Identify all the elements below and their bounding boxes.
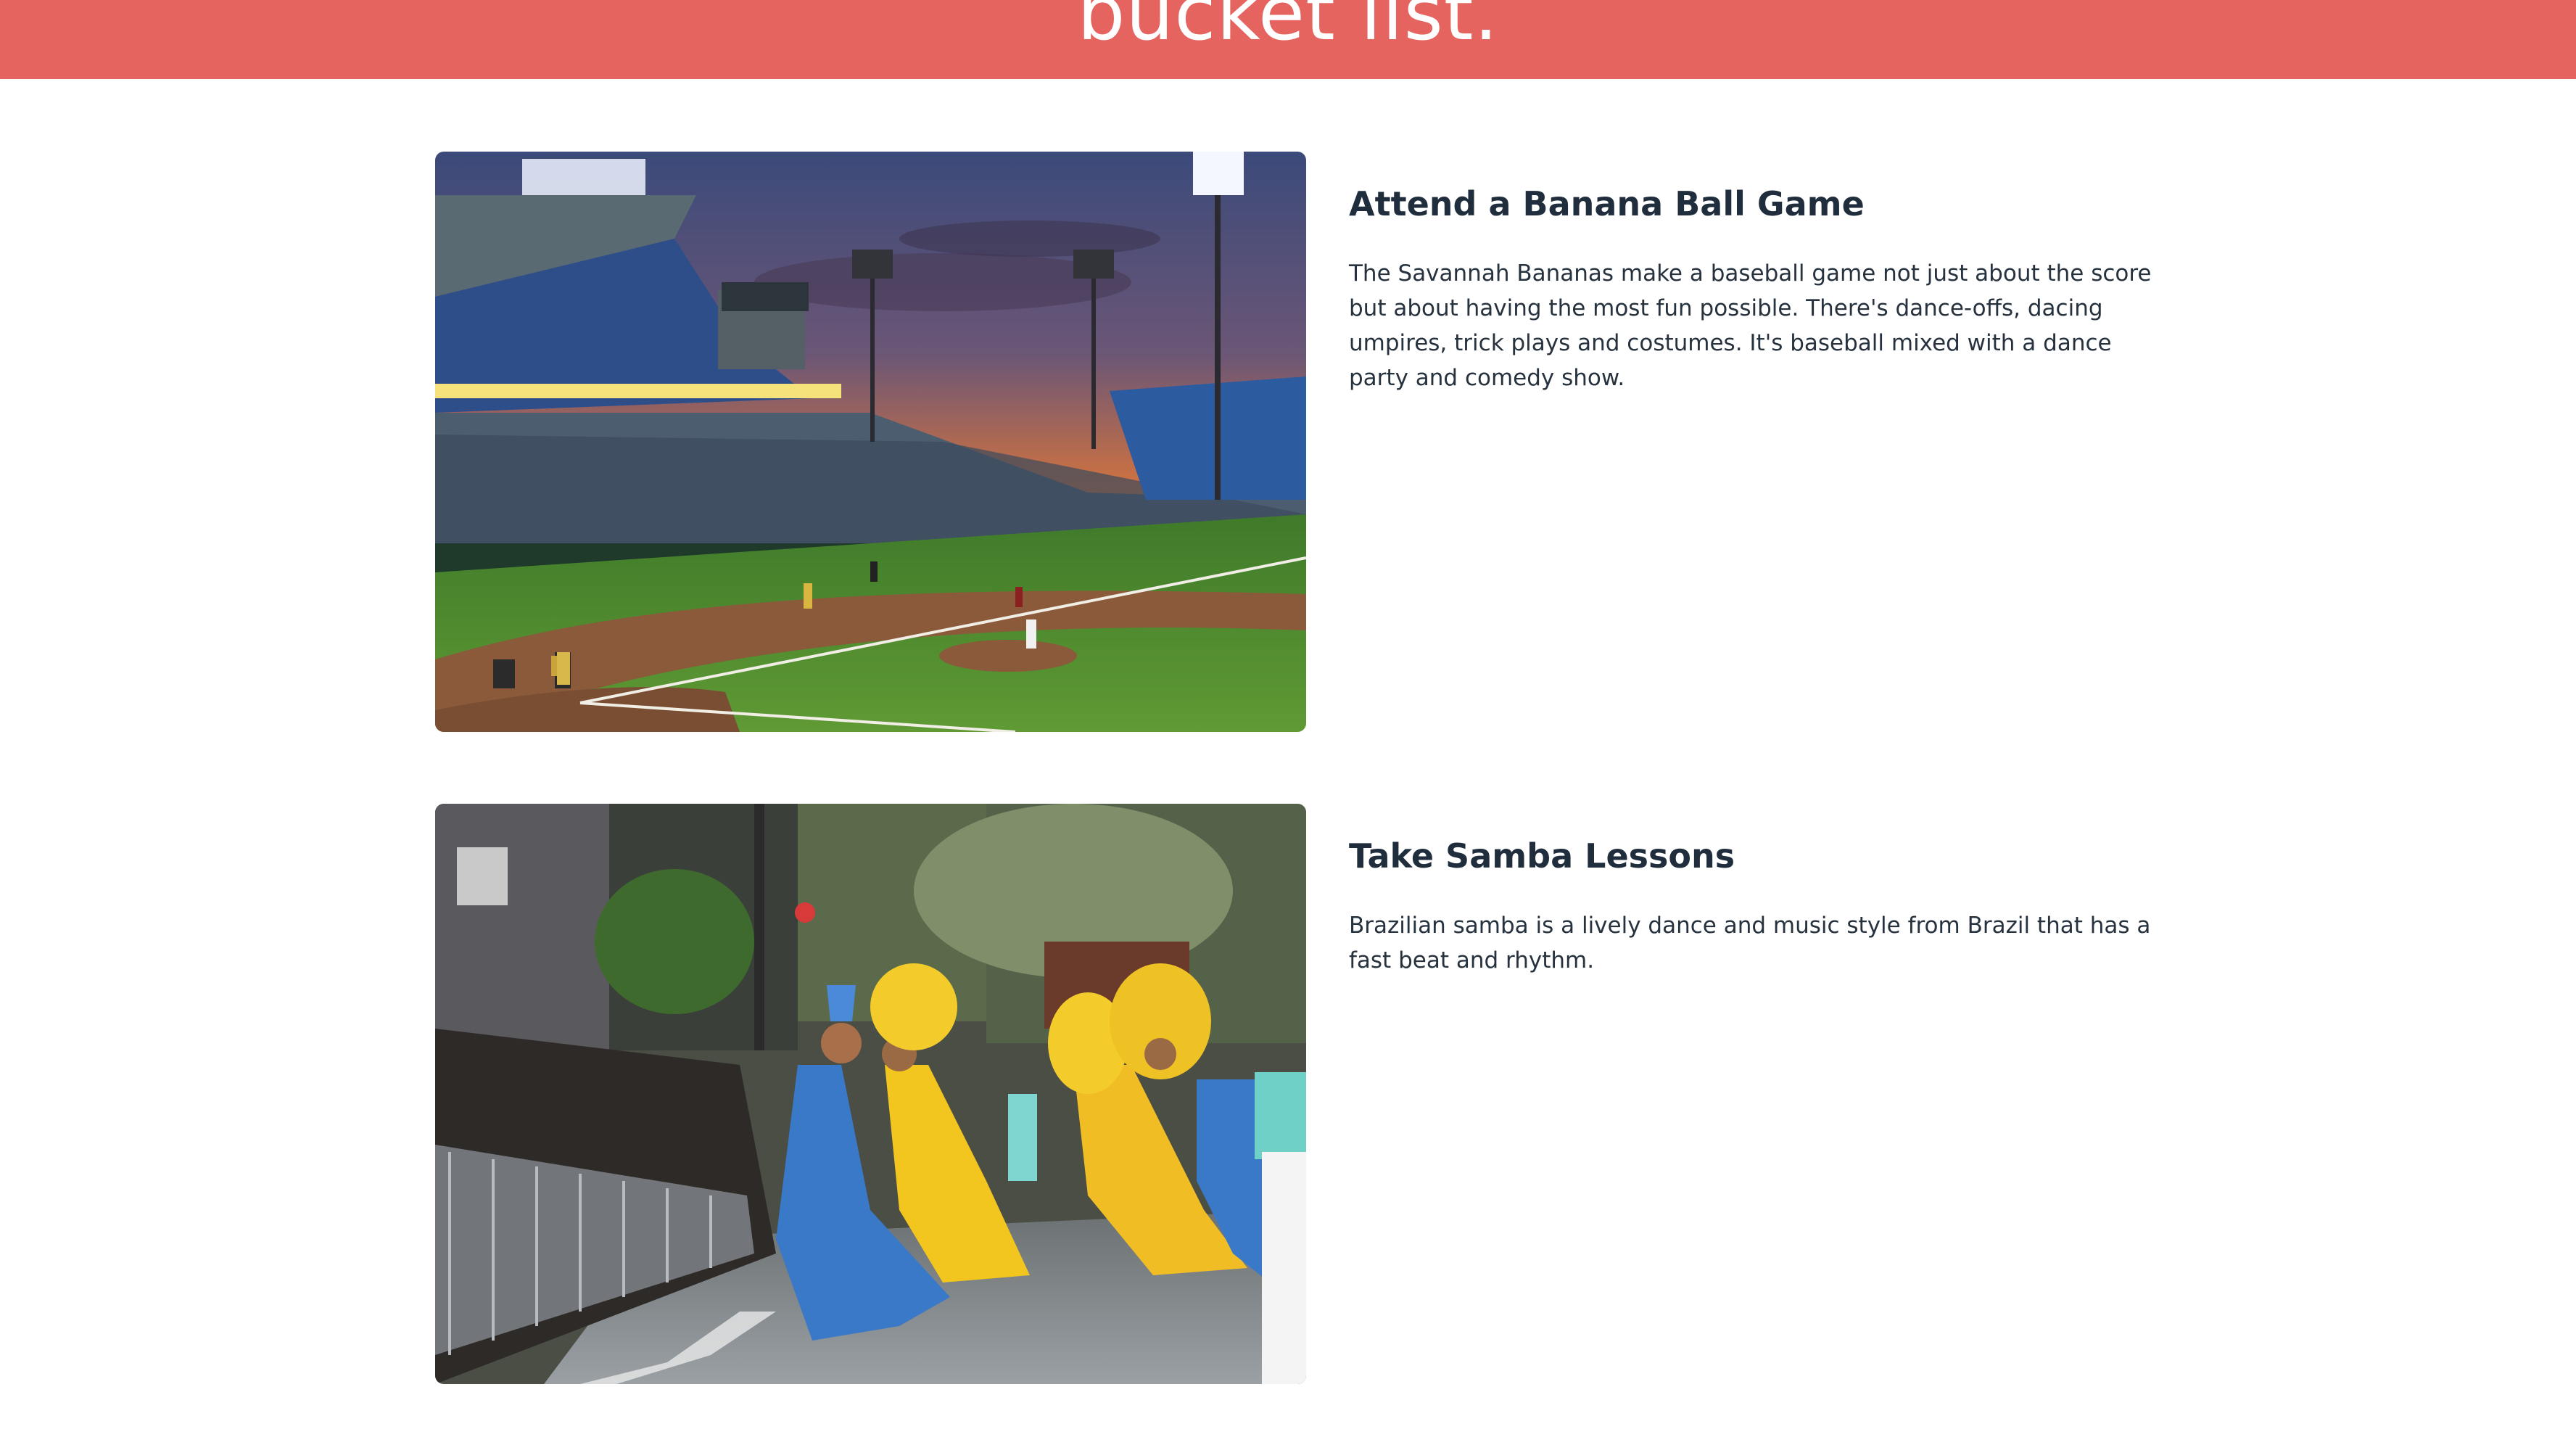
site-header: bucket list. <box>0 0 2576 79</box>
item-info: Attend a Banana Ball Game The Savannah B… <box>1349 184 2154 395</box>
bucket-list-item: Take Samba Lessons Brazilian samba is a … <box>435 804 2154 1384</box>
site-title: bucket list. <box>1077 0 1499 57</box>
baseball-stadium-photo <box>435 152 1306 732</box>
bucket-list-item: Attend a Banana Ball Game The Savannah B… <box>435 152 2154 732</box>
samba-parade-photo <box>435 804 1306 1384</box>
item-info: Take Samba Lessons Brazilian samba is a … <box>1349 836 2154 978</box>
item-title: Attend a Banana Ball Game <box>1349 184 1865 223</box>
item-title: Take Samba Lessons <box>1349 836 1735 876</box>
item-description: The Savannah Bananas make a baseball gam… <box>1349 260 2152 392</box>
item-description: Brazilian samba is a lively dance and mu… <box>1349 913 2151 974</box>
